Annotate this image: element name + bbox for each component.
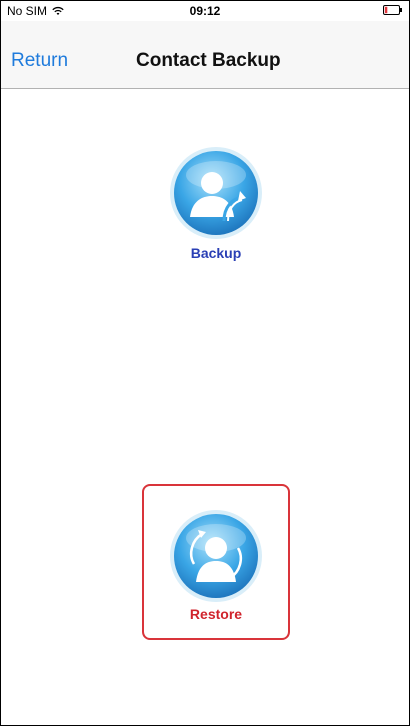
page-title: Contact Backup (136, 50, 281, 71)
restore-button[interactable]: Restore (142, 484, 290, 640)
status-bar: No SIM 09:12 (1, 1, 409, 21)
return-button[interactable]: Return (11, 50, 68, 72)
battery-low-icon (383, 5, 402, 15)
contact-backup-icon (170, 147, 262, 239)
contact-restore-icon (170, 510, 262, 602)
backup-button[interactable]: Backup (163, 145, 269, 261)
navigation-bar: Return Contact Backup (1, 21, 409, 89)
status-time: 09:12 (189, 4, 221, 18)
restore-label: Restore (189, 606, 243, 622)
app-screen: No SIM 09:12 Return Contact Backup Backu… (0, 0, 410, 726)
backup-label: Backup (190, 245, 242, 261)
